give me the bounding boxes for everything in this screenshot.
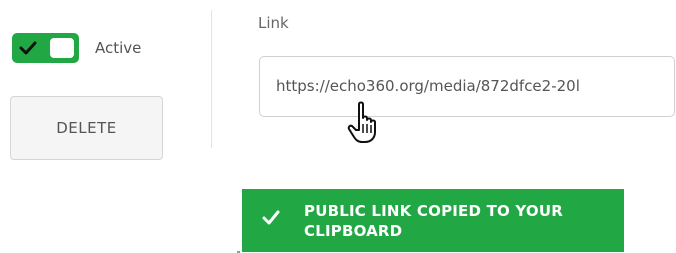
copied-toast: PUBLIC LINK COPIED TO YOUR CLIPBOARD bbox=[242, 189, 624, 252]
link-input[interactable]: https://echo360.org/media/872dfce2-20l bbox=[259, 56, 675, 117]
share-panel: Active DELETE Link https://echo360.org/m… bbox=[0, 0, 676, 253]
delete-button[interactable]: DELETE bbox=[10, 96, 163, 160]
check-icon bbox=[262, 210, 280, 225]
toggle-knob bbox=[50, 38, 74, 58]
link-label: Link bbox=[258, 14, 289, 32]
link-value: https://echo360.org/media/872dfce2-20l bbox=[276, 77, 580, 95]
check-icon bbox=[19, 41, 37, 55]
toast-message: PUBLIC LINK COPIED TO YOUR CLIPBOARD bbox=[304, 202, 563, 240]
hand-pointer-icon bbox=[347, 101, 376, 143]
active-toggle[interactable] bbox=[12, 33, 79, 63]
active-label: Active bbox=[95, 39, 142, 57]
column-divider bbox=[211, 10, 212, 148]
